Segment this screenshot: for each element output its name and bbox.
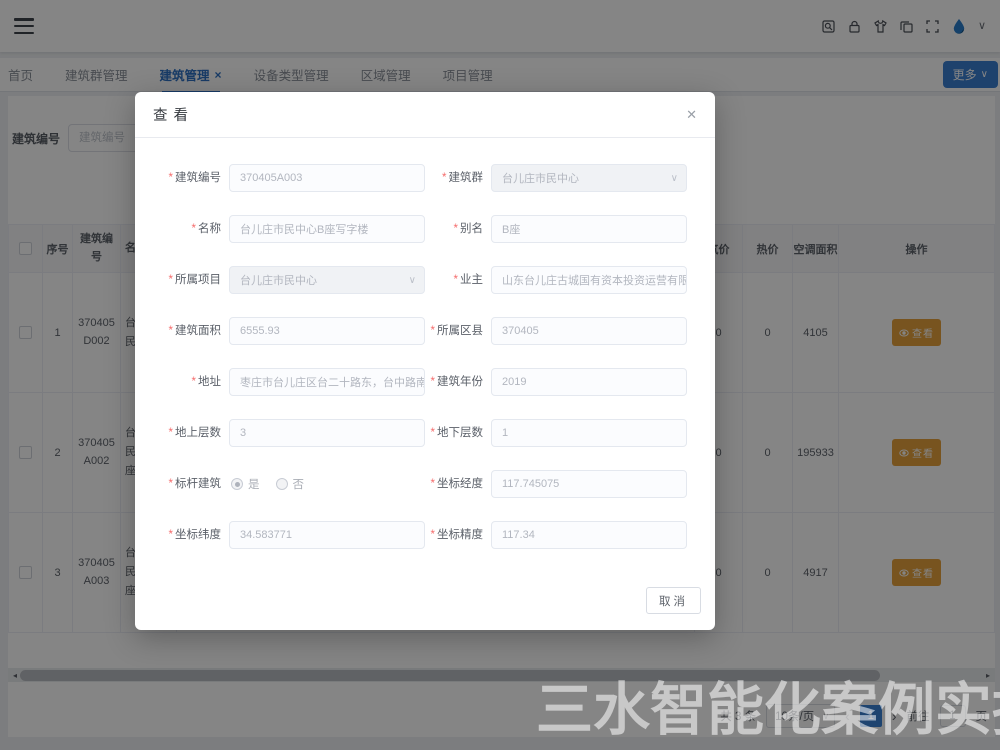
field-latitude: *坐标纬度 34.583771 — [163, 521, 425, 549]
alias-input[interactable]: B座 — [491, 215, 687, 243]
building-no-input[interactable]: 370405A003 — [229, 164, 425, 192]
close-icon[interactable]: ✕ — [686, 107, 697, 123]
dialog-title: 查看 — [153, 104, 194, 125]
benchmark-radio-group: 是 否 — [229, 476, 304, 492]
dialog-header: 查看 ✕ — [135, 92, 715, 138]
field-name: *名称 台儿庄市民中心B座写字楼 — [163, 215, 425, 243]
radio-no[interactable]: 否 — [276, 476, 305, 492]
field-longitude: *坐标经度 117.745075 — [425, 470, 687, 498]
owner-input[interactable]: 山东台儿庄古城国有资本投资运营有限公司 — [491, 266, 687, 294]
field-benchmark-building: *标杆建筑 是 否 — [163, 470, 425, 498]
field-owner: *业主 山东台儿庄古城国有资本投资运营有限公司 — [425, 266, 687, 294]
field-building-no: *建筑编号 370405A003 — [163, 164, 425, 192]
building-group-select[interactable]: 台儿庄市民中心∨ — [491, 164, 687, 192]
district-input[interactable]: 370405 — [491, 317, 687, 345]
field-building-area: *建筑面积 6555.93 — [163, 317, 425, 345]
field-address: *地址 枣庄市台儿庄区台二十路东，台中路南 — [163, 368, 425, 396]
field-building-group: *建筑群 台儿庄市民中心∨ — [425, 164, 687, 192]
building-area-input[interactable]: 6555.93 — [229, 317, 425, 345]
cancel-button[interactable]: 取消 — [646, 587, 701, 614]
radio-yes[interactable]: 是 — [231, 476, 260, 492]
project-select[interactable]: 台儿庄市民中心∨ — [229, 266, 425, 294]
radio-dot — [276, 478, 288, 490]
address-input[interactable]: 枣庄市台儿庄区台二十路东，台中路南 — [229, 368, 425, 396]
view-dialog: 查看 ✕ *建筑编号 370405A003 *建筑群 台儿庄市民中心∨ *名称 … — [135, 92, 715, 630]
field-build-year: *建筑年份 2019 — [425, 368, 687, 396]
radio-dot — [231, 478, 243, 490]
dialog-body: *建筑编号 370405A003 *建筑群 台儿庄市民中心∨ *名称 台儿庄市民… — [135, 138, 715, 587]
chevron-down-icon: ∨ — [671, 173, 678, 184]
latitude-input[interactable]: 34.583771 — [229, 521, 425, 549]
field-floors-below: *地下层数 1 — [425, 419, 687, 447]
field-district: *所属区县 370405 — [425, 317, 687, 345]
field-coord-precision: *坐标精度 117.34 — [425, 521, 687, 549]
field-alias: *别名 B座 — [425, 215, 687, 243]
coord-precision-input[interactable]: 117.34 — [491, 521, 687, 549]
floors-above-input[interactable]: 3 — [229, 419, 425, 447]
name-input[interactable]: 台儿庄市民中心B座写字楼 — [229, 215, 425, 243]
floors-below-input[interactable]: 1 — [491, 419, 687, 447]
dialog-footer: 取消 — [135, 587, 715, 630]
field-floors-above: *地上层数 3 — [163, 419, 425, 447]
build-year-input[interactable]: 2019 — [491, 368, 687, 396]
field-project: *所属项目 台儿庄市民中心∨ — [163, 266, 425, 294]
longitude-input[interactable]: 117.745075 — [491, 470, 687, 498]
chevron-down-icon: ∨ — [409, 275, 416, 286]
